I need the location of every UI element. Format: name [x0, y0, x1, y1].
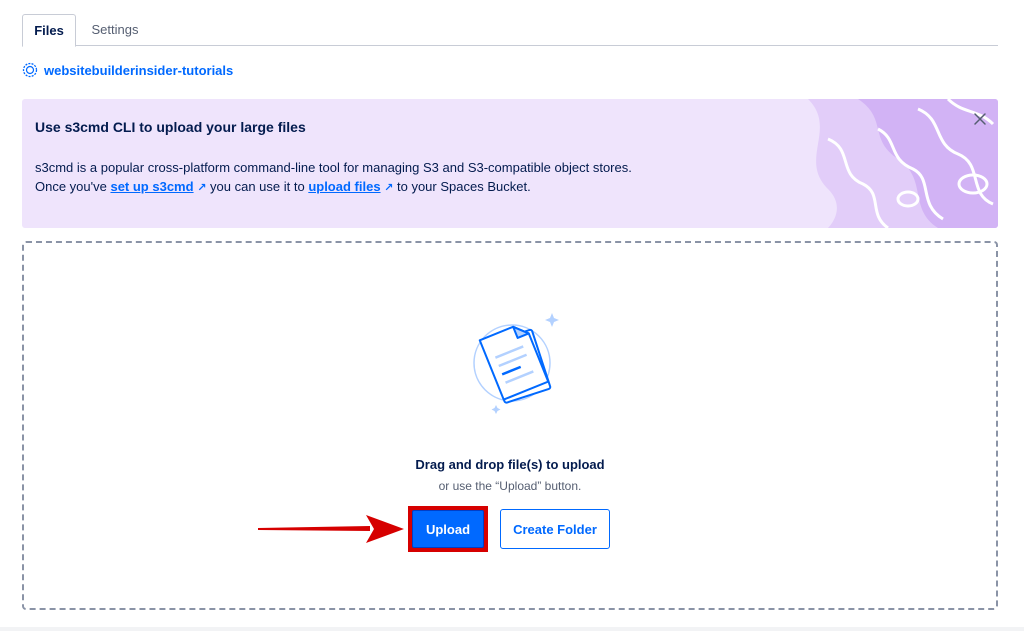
bucket-icon	[22, 62, 38, 78]
bucket-breadcrumb[interactable]: websitebuilderinsider-tutorials	[22, 60, 233, 80]
upload-button-highlight: Upload	[408, 506, 488, 552]
dropzone-subtitle: or use the “Upload” button.	[438, 479, 582, 493]
upload-dropzone[interactable]: Drag and drop file(s) to upload or use t…	[22, 241, 998, 610]
banner-text: Once you've	[35, 179, 111, 194]
tab-bar: Files Settings	[22, 14, 998, 47]
dropzone-title: Drag and drop file(s) to upload	[415, 457, 605, 472]
setup-s3cmd-link[interactable]: set up s3cmd	[110, 179, 193, 194]
divider	[0, 627, 1024, 631]
create-folder-button[interactable]: Create Folder	[500, 509, 610, 549]
external-link-icon: ↗	[384, 182, 394, 194]
banner-description: s3cmd is a popular cross-platform comman…	[35, 160, 632, 175]
s3cmd-banner: Use s3cmd CLI to upload your large files…	[22, 99, 998, 228]
red-arrow-annotation-icon	[258, 515, 404, 543]
decorative-pattern-image	[808, 99, 998, 228]
banner-text: to your Spaces Bucket.	[393, 179, 531, 194]
bucket-name-link[interactable]: websitebuilderinsider-tutorials	[44, 63, 233, 78]
tab-settings[interactable]: Settings	[88, 14, 142, 46]
banner-title: Use s3cmd CLI to upload your large files	[35, 119, 306, 135]
upload-files-link[interactable]: upload files	[308, 179, 380, 194]
documents-illustration-icon	[473, 313, 559, 414]
close-icon[interactable]	[972, 111, 988, 127]
banner-text: you can use it to	[206, 179, 309, 194]
upload-button[interactable]: Upload	[412, 510, 484, 548]
banner-instructions: Once you've set up s3cmd ↗ you can use i…	[35, 179, 531, 194]
tab-files[interactable]: Files	[22, 14, 76, 47]
